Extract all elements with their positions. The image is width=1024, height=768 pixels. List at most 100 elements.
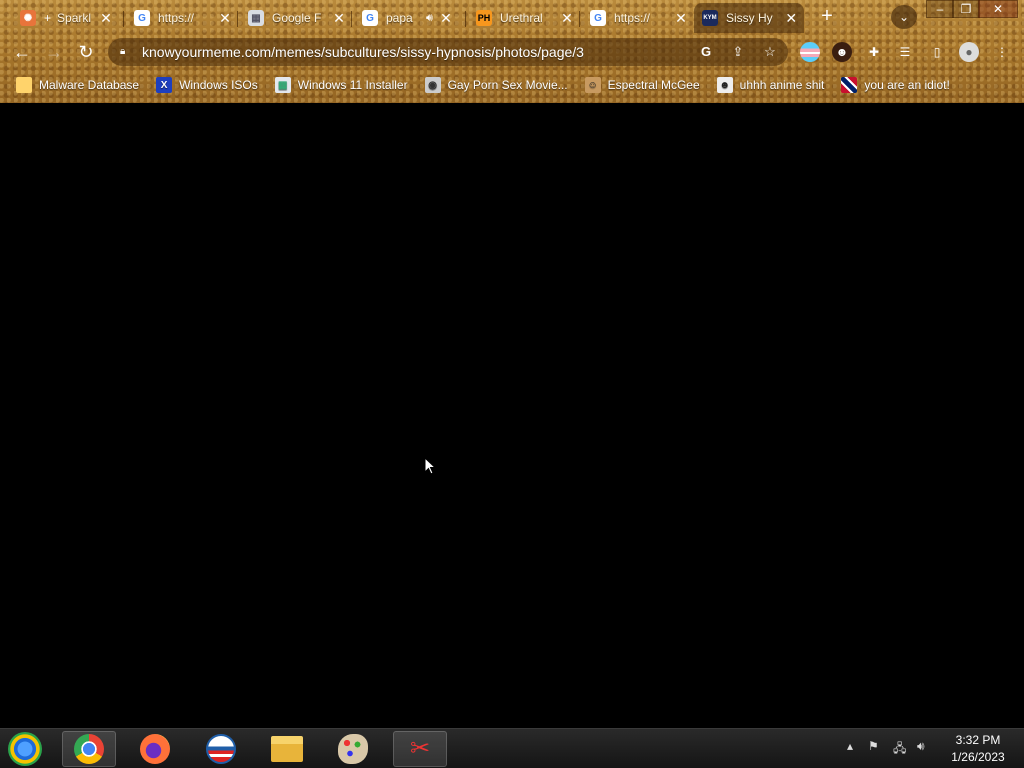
tab-strip: ✺ + Sparkl ✕ G https:// ✕ ▦ Google F ✕ G… — [0, 0, 1024, 34]
new-tab-button[interactable]: + — [816, 6, 838, 28]
speaker-icon[interactable]: 🔊︎ — [426, 12, 433, 25]
bookmark-uhhh-anime-shit[interactable]: ☻ uhhh anime shit — [716, 77, 825, 93]
volume-icon[interactable]: 🔊︎ — [917, 739, 925, 754]
bookmark-star-icon[interactable]: ☆ — [762, 44, 778, 60]
google-icon: G — [590, 10, 606, 26]
tab-separator — [465, 11, 466, 27]
taskbar-obama[interactable] — [194, 731, 248, 767]
taskbar-snipping-tool[interactable]: ✂ — [393, 731, 447, 767]
image-icon: ▦ — [274, 77, 291, 93]
tab-google-f[interactable]: ▦ Google F ✕ — [240, 4, 352, 32]
folder-icon — [16, 77, 32, 93]
back-button[interactable]: ← — [10, 40, 34, 64]
tab-separator — [351, 11, 352, 27]
tab-papa[interactable]: G papa 🔊︎ ✕ — [354, 4, 466, 32]
page-content — [0, 103, 1024, 728]
tab-title: https:// — [158, 11, 195, 25]
forward-button[interactable]: → — [42, 40, 66, 64]
tab-search-button[interactable]: ⌄ — [891, 5, 917, 29]
bookmark-gay-porn-sex-movie[interactable]: ◉ Gay Porn Sex Movie... — [424, 77, 568, 93]
clock-date: 1/26/2023 — [951, 750, 1005, 764]
avatar-extension-icon[interactable]: ☻ — [832, 42, 852, 62]
close-icon[interactable]: ✕ — [439, 10, 453, 27]
tab-title: Sissy Hy — [726, 11, 773, 25]
bookmark-label: Windows 11 Installer — [297, 78, 408, 92]
sparkle-icon: ✺ — [20, 10, 36, 26]
taskbar: ✂ ▴ ⚑ 🖧︎ 🔊︎ 3:32 PM 1/26/2023 — [0, 728, 1024, 768]
puzzle-icon[interactable]: ✚ — [864, 42, 884, 62]
side-panel-icon[interactable]: ▯ — [927, 42, 947, 62]
tab-https-2[interactable]: G https:// ✕ — [582, 4, 694, 32]
bookmark-label: Windows ISOs — [179, 78, 258, 92]
tab-title: Google F — [272, 11, 322, 25]
taskbar-chrome[interactable] — [62, 731, 116, 767]
ph-icon: PH — [476, 10, 492, 26]
chrome-icon — [74, 734, 104, 764]
minimize-button[interactable]: – — [926, 0, 954, 18]
bookmark-espectral-mcgee[interactable]: ☺ Espectral McGee — [584, 77, 700, 93]
start-button[interactable] — [8, 732, 42, 766]
tab-separator — [123, 11, 124, 27]
face-icon: ☺ — [584, 77, 601, 93]
file-explorer-icon — [271, 736, 303, 762]
x-icon: X — [156, 77, 173, 93]
bookmark-windows-isos[interactable]: X Windows ISOs — [156, 77, 258, 93]
clock[interactable]: 3:32 PM 1/26/2023 — [940, 732, 1016, 766]
globe-icon: ◉ — [424, 77, 441, 93]
trans-flag-extension-icon[interactable] — [800, 42, 820, 62]
close-window-button[interactable]: ✕ — [978, 0, 1018, 18]
tab-title: papa — [386, 11, 413, 25]
taskbar-firefox[interactable] — [128, 731, 182, 767]
reading-list-icon[interactable]: ☰ — [895, 42, 915, 62]
menu-icon[interactable]: ⋮ — [992, 42, 1012, 62]
close-icon[interactable]: ✕ — [560, 10, 574, 27]
image-icon: ▦ — [248, 10, 264, 26]
paint-icon — [338, 734, 368, 764]
tab-sparkle[interactable]: ✺ + Sparkl ✕ — [12, 4, 124, 32]
browser-frame: ✺ + Sparkl ✕ G https:// ✕ ▦ Google F ✕ G… — [0, 0, 1024, 103]
tab-title: https:// — [614, 11, 651, 25]
tab-separator — [237, 11, 238, 27]
taskbar-file-explorer[interactable] — [260, 731, 314, 767]
flag-icon — [841, 77, 858, 93]
network-icon[interactable]: 🖧︎ — [893, 739, 906, 760]
mouse-cursor-icon — [424, 457, 436, 475]
taskbar-paint[interactable] — [326, 731, 380, 767]
bookmark-windows-11-installer[interactable]: ▦ Windows 11 Installer — [274, 77, 408, 93]
tab-sissy-hypnosis[interactable]: KYM Sissy Hy ✕ — [694, 3, 804, 33]
obama-icon — [206, 734, 236, 764]
google-lens-icon[interactable]: G — [698, 44, 714, 60]
tab-prefix: + — [44, 11, 52, 25]
bookmark-malware-database[interactable]: Malware Database — [16, 77, 139, 93]
lock-icon[interactable]: 🔒︎ — [120, 46, 130, 58]
url-text[interactable]: knowyourmeme.com/memes/subcultures/sissy… — [142, 44, 584, 60]
tab-https-1[interactable]: G https:// ✕ — [126, 4, 238, 32]
address-bar[interactable]: 🔒︎ knowyourmeme.com/memes/subcultures/si… — [108, 38, 788, 66]
tab-title: Urethral — [500, 11, 543, 25]
bookmark-label: you are an idiot! — [864, 78, 950, 92]
tab-title: Sparkl — [57, 11, 92, 25]
bookmark-label: Gay Porn Sex Movie... — [447, 78, 568, 92]
close-icon[interactable]: ✕ — [218, 10, 232, 27]
chevron-down-icon: ⌄ — [898, 10, 910, 24]
firefox-icon — [140, 734, 170, 764]
close-icon[interactable]: ✕ — [99, 10, 113, 27]
kym-icon: KYM — [702, 10, 718, 26]
google-icon: G — [134, 10, 150, 26]
tab-urethral[interactable]: PH Urethral ✕ — [468, 4, 580, 32]
profile-icon[interactable]: ● — [959, 42, 979, 62]
tab-separator — [579, 11, 580, 27]
action-center-flag-icon[interactable]: ⚑ — [868, 739, 879, 753]
show-hidden-icons-icon[interactable]: ▴ — [847, 739, 853, 753]
bookmark-label: Malware Database — [39, 78, 140, 92]
bookmark-you-are-an-idiot[interactable]: you are an idiot! — [841, 77, 950, 93]
close-icon[interactable]: ✕ — [674, 10, 688, 27]
bookmark-label: uhhh anime shit — [739, 78, 825, 92]
maximize-button[interactable]: ❐ — [952, 0, 980, 18]
reload-button[interactable]: ↻ — [74, 40, 98, 64]
share-icon[interactable]: ⇪ — [730, 44, 746, 60]
close-icon[interactable]: ✕ — [332, 10, 346, 27]
bookmarks-bar: Malware Database X Windows ISOs ▦ Window… — [0, 72, 1024, 98]
clock-time: 3:32 PM — [955, 733, 1001, 747]
close-icon[interactable]: ✕ — [784, 10, 798, 27]
